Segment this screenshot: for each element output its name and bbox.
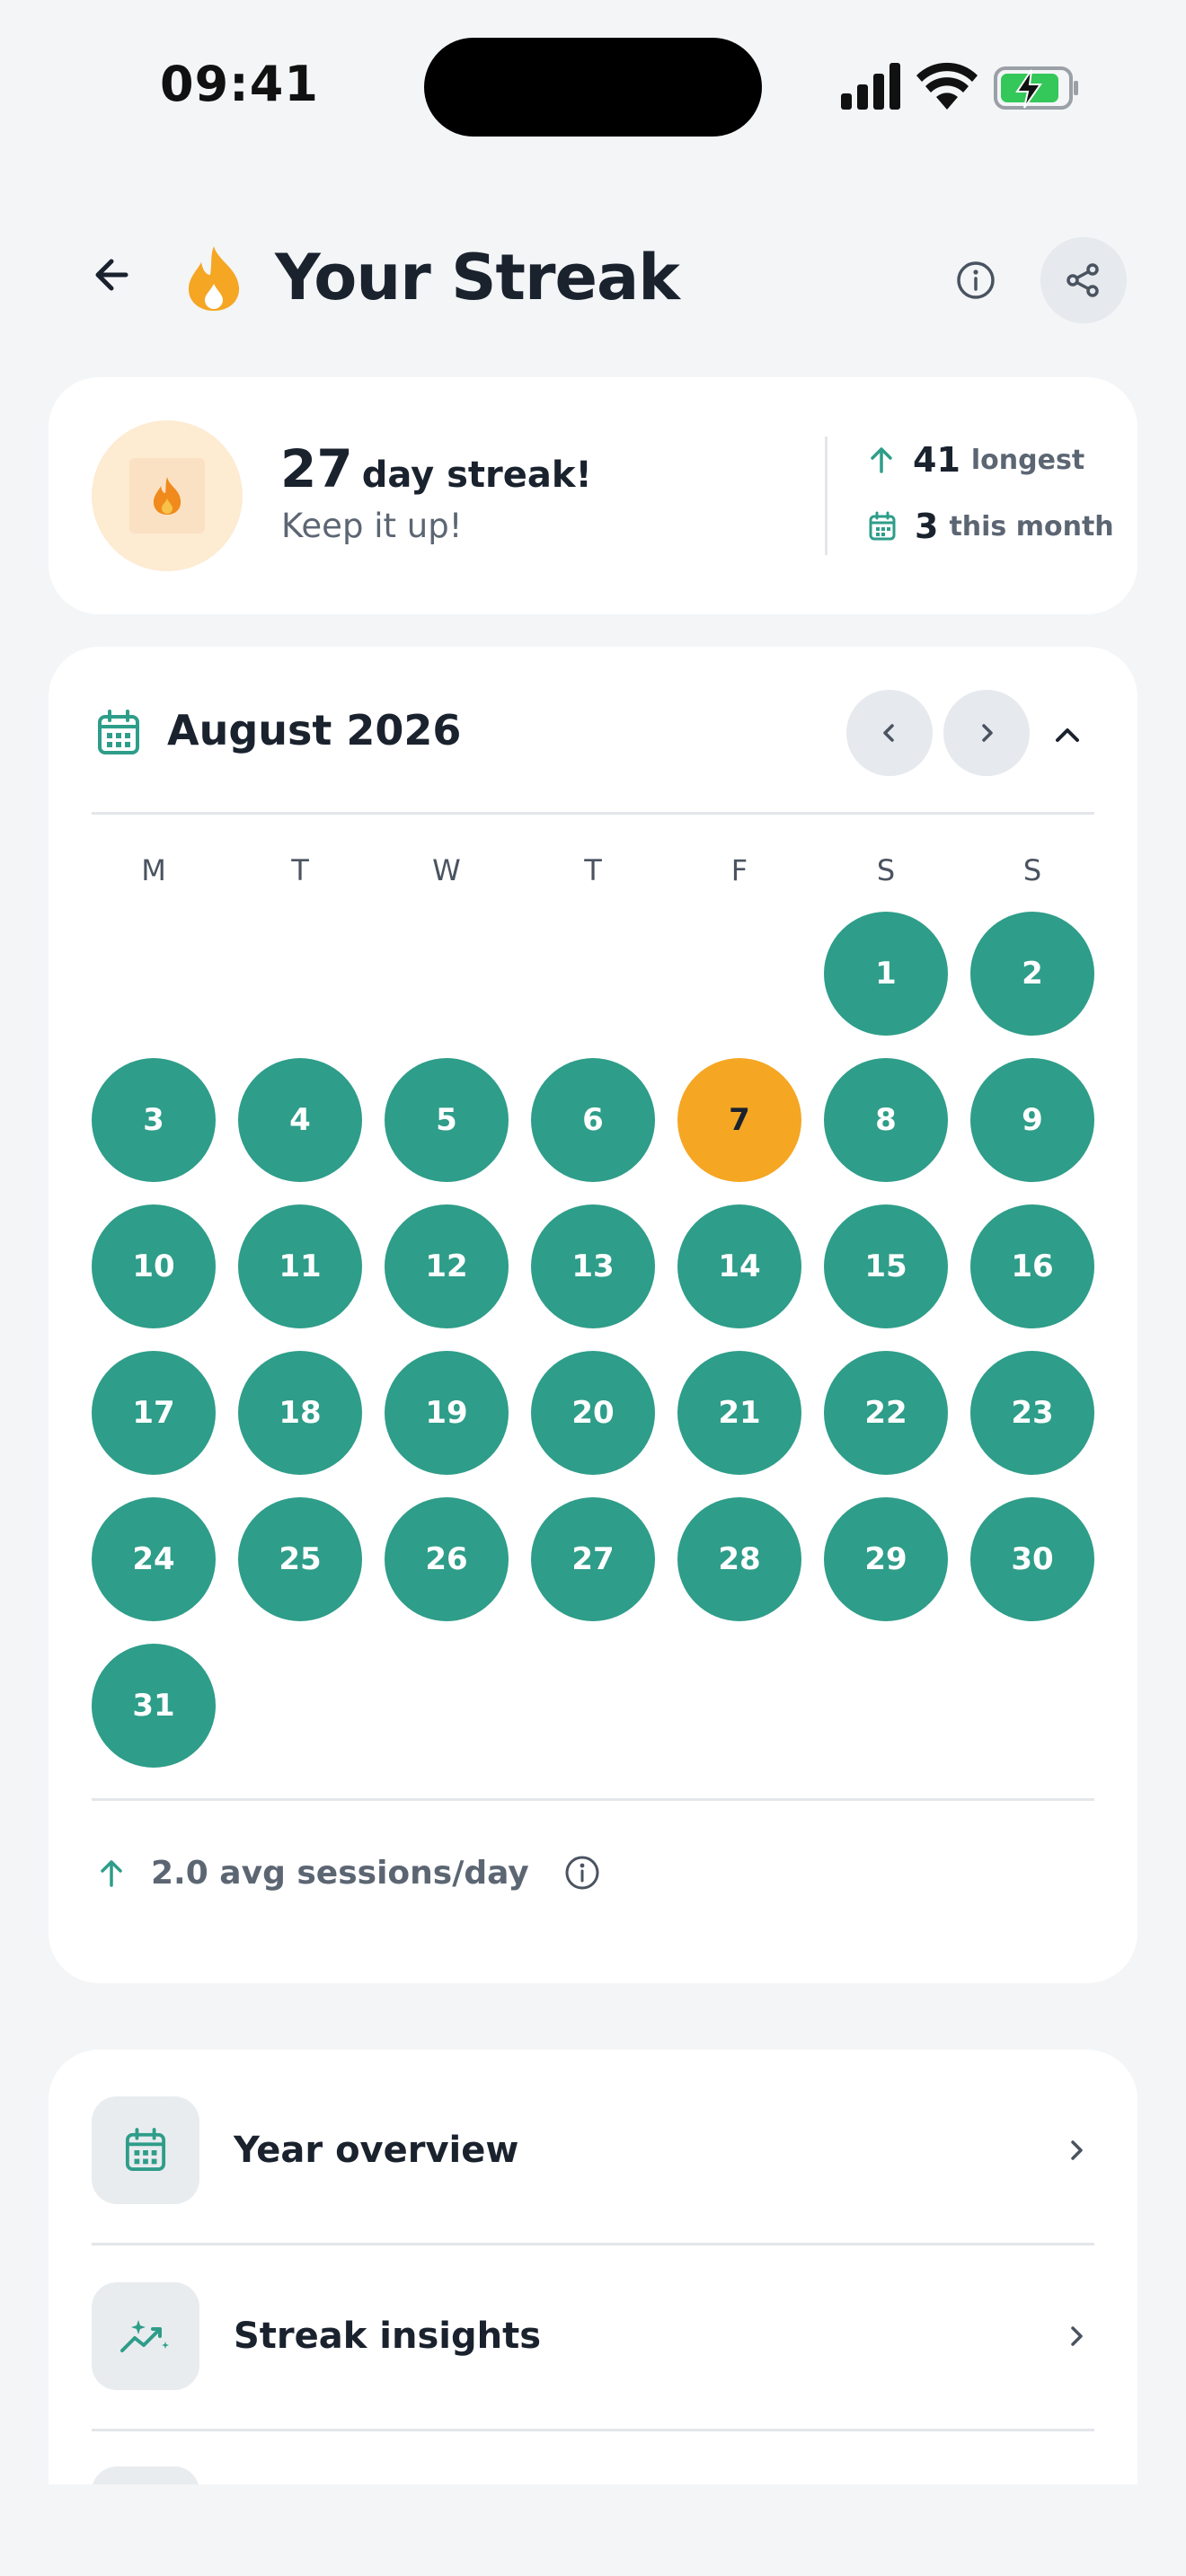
menu-item-label: Year overview [234,2130,519,2171]
weekday-label: S [1022,853,1042,887]
chevron-right-icon [1071,2326,1083,2346]
weekday-label: S [876,853,896,887]
calendar-day[interactable]: 24 [92,1497,216,1621]
streak-count-label: day streak! [361,454,592,496]
calendar-day[interactable]: 3 [92,1058,216,1182]
next-month-button[interactable] [943,690,1030,776]
streak-subtitle: Keep it up! [281,507,463,545]
calendar-day[interactable]: 27 [531,1497,655,1621]
chevron-left-icon [883,724,894,742]
divider [92,2429,1094,2431]
weekday-label: T [291,853,309,887]
dynamic-island [424,38,762,137]
divider [92,812,1094,815]
month-label: August 2026 [167,706,462,754]
calendar-day[interactable]: 25 [238,1497,362,1621]
share-icon [1067,263,1099,297]
calendar-day[interactable]: 26 [385,1497,509,1621]
calendar-day[interactable]: 4 [238,1058,362,1182]
streak-count-line: 27 day streak! [280,438,592,499]
longest-label: longest [970,444,1085,476]
menu-item-icon-box [92,2282,199,2390]
back-arrow-icon[interactable] [86,248,140,302]
info-icon[interactable] [952,257,999,304]
calendar-day[interactable]: 18 [238,1351,362,1475]
weekday-label: M [141,853,166,887]
battery-icon [994,66,1078,110]
calendar-day[interactable]: 6 [531,1058,655,1182]
calendar-day[interactable]: 12 [385,1204,509,1328]
previous-month-button[interactable] [846,690,933,776]
longest-value: 41 [913,440,960,480]
calendar-day[interactable]: 2 [970,912,1094,1036]
weekday-label: W [432,853,461,887]
month-label: this month [949,510,1114,543]
calendar-day[interactable]: 10 [92,1204,216,1328]
chevron-up-icon [1056,728,1079,742]
collapse-calendar-button[interactable] [1042,710,1093,760]
divider [92,2243,1094,2245]
calendar-day[interactable]: 23 [970,1351,1094,1475]
calendar-day[interactable]: 15 [824,1204,948,1328]
flame-badge [92,420,243,571]
menu-item-label: Streak insights [234,2316,542,2357]
wifi-icon [916,62,978,110]
trend-up-arrow-icon [101,1860,122,1887]
calendar-small-icon [869,511,896,541]
stat-this-month: 3 this month [868,507,1114,546]
signal-icon [841,63,900,110]
page-title: Your Streak [275,241,680,314]
calendar-day[interactable]: 9 [970,1058,1094,1182]
status-time: 09:41 [160,56,319,112]
flame-small-icon [153,477,181,515]
menu-item-streak-insights[interactable]: Streak insights [92,2282,1094,2390]
calendar-icon [98,710,139,754]
calendar-day[interactable]: 30 [970,1497,1094,1621]
menu-item-icon-box [92,2096,199,2204]
calendar-day[interactable]: 29 [824,1497,948,1621]
calendar-day[interactable]: 22 [824,1351,948,1475]
calendar-day-today[interactable]: 7 [677,1058,801,1182]
calendar-day[interactable]: 28 [677,1497,801,1621]
calendar-day[interactable]: 20 [531,1351,655,1475]
chevron-right-icon [1071,2140,1083,2160]
status-icons [841,62,1078,110]
calendar-icon [125,2128,166,2172]
page-bottom [0,2484,1186,2576]
weekday-label: F [730,853,748,887]
calendar-day[interactable]: 19 [385,1351,509,1475]
calendar-day[interactable]: 11 [238,1204,362,1328]
menu-item-year-overview[interactable]: Year overview [92,2096,1094,2204]
calendar-day[interactable]: 31 [92,1644,216,1768]
stat-longest: 41 longest [868,440,1084,480]
weekday-label: T [584,853,602,887]
month-value: 3 [915,507,939,546]
calendar-day[interactable]: 21 [677,1351,801,1475]
calendar-day[interactable]: 13 [531,1204,655,1328]
sparkle-chart-icon [120,2320,169,2352]
calendar-day[interactable]: 17 [92,1351,216,1475]
info-icon[interactable] [563,1854,601,1892]
share-button[interactable] [1040,237,1127,323]
chevron-right-icon [982,724,993,742]
avg-sessions-row: 2.0 avg sessions/day [97,1854,601,1892]
calendar-day[interactable]: 1 [824,912,948,1036]
divider [92,1798,1094,1801]
divider [825,437,828,555]
calendar-day[interactable]: 16 [970,1204,1094,1328]
arrow-up-icon [871,447,892,473]
flame-icon [188,246,240,311]
streak-count: 27 [280,438,353,499]
calendar-day[interactable]: 8 [824,1058,948,1182]
avg-sessions-text: 2.0 avg sessions/day [151,1854,529,1892]
calendar-day[interactable]: 14 [677,1204,801,1328]
calendar-day[interactable]: 5 [385,1058,509,1182]
